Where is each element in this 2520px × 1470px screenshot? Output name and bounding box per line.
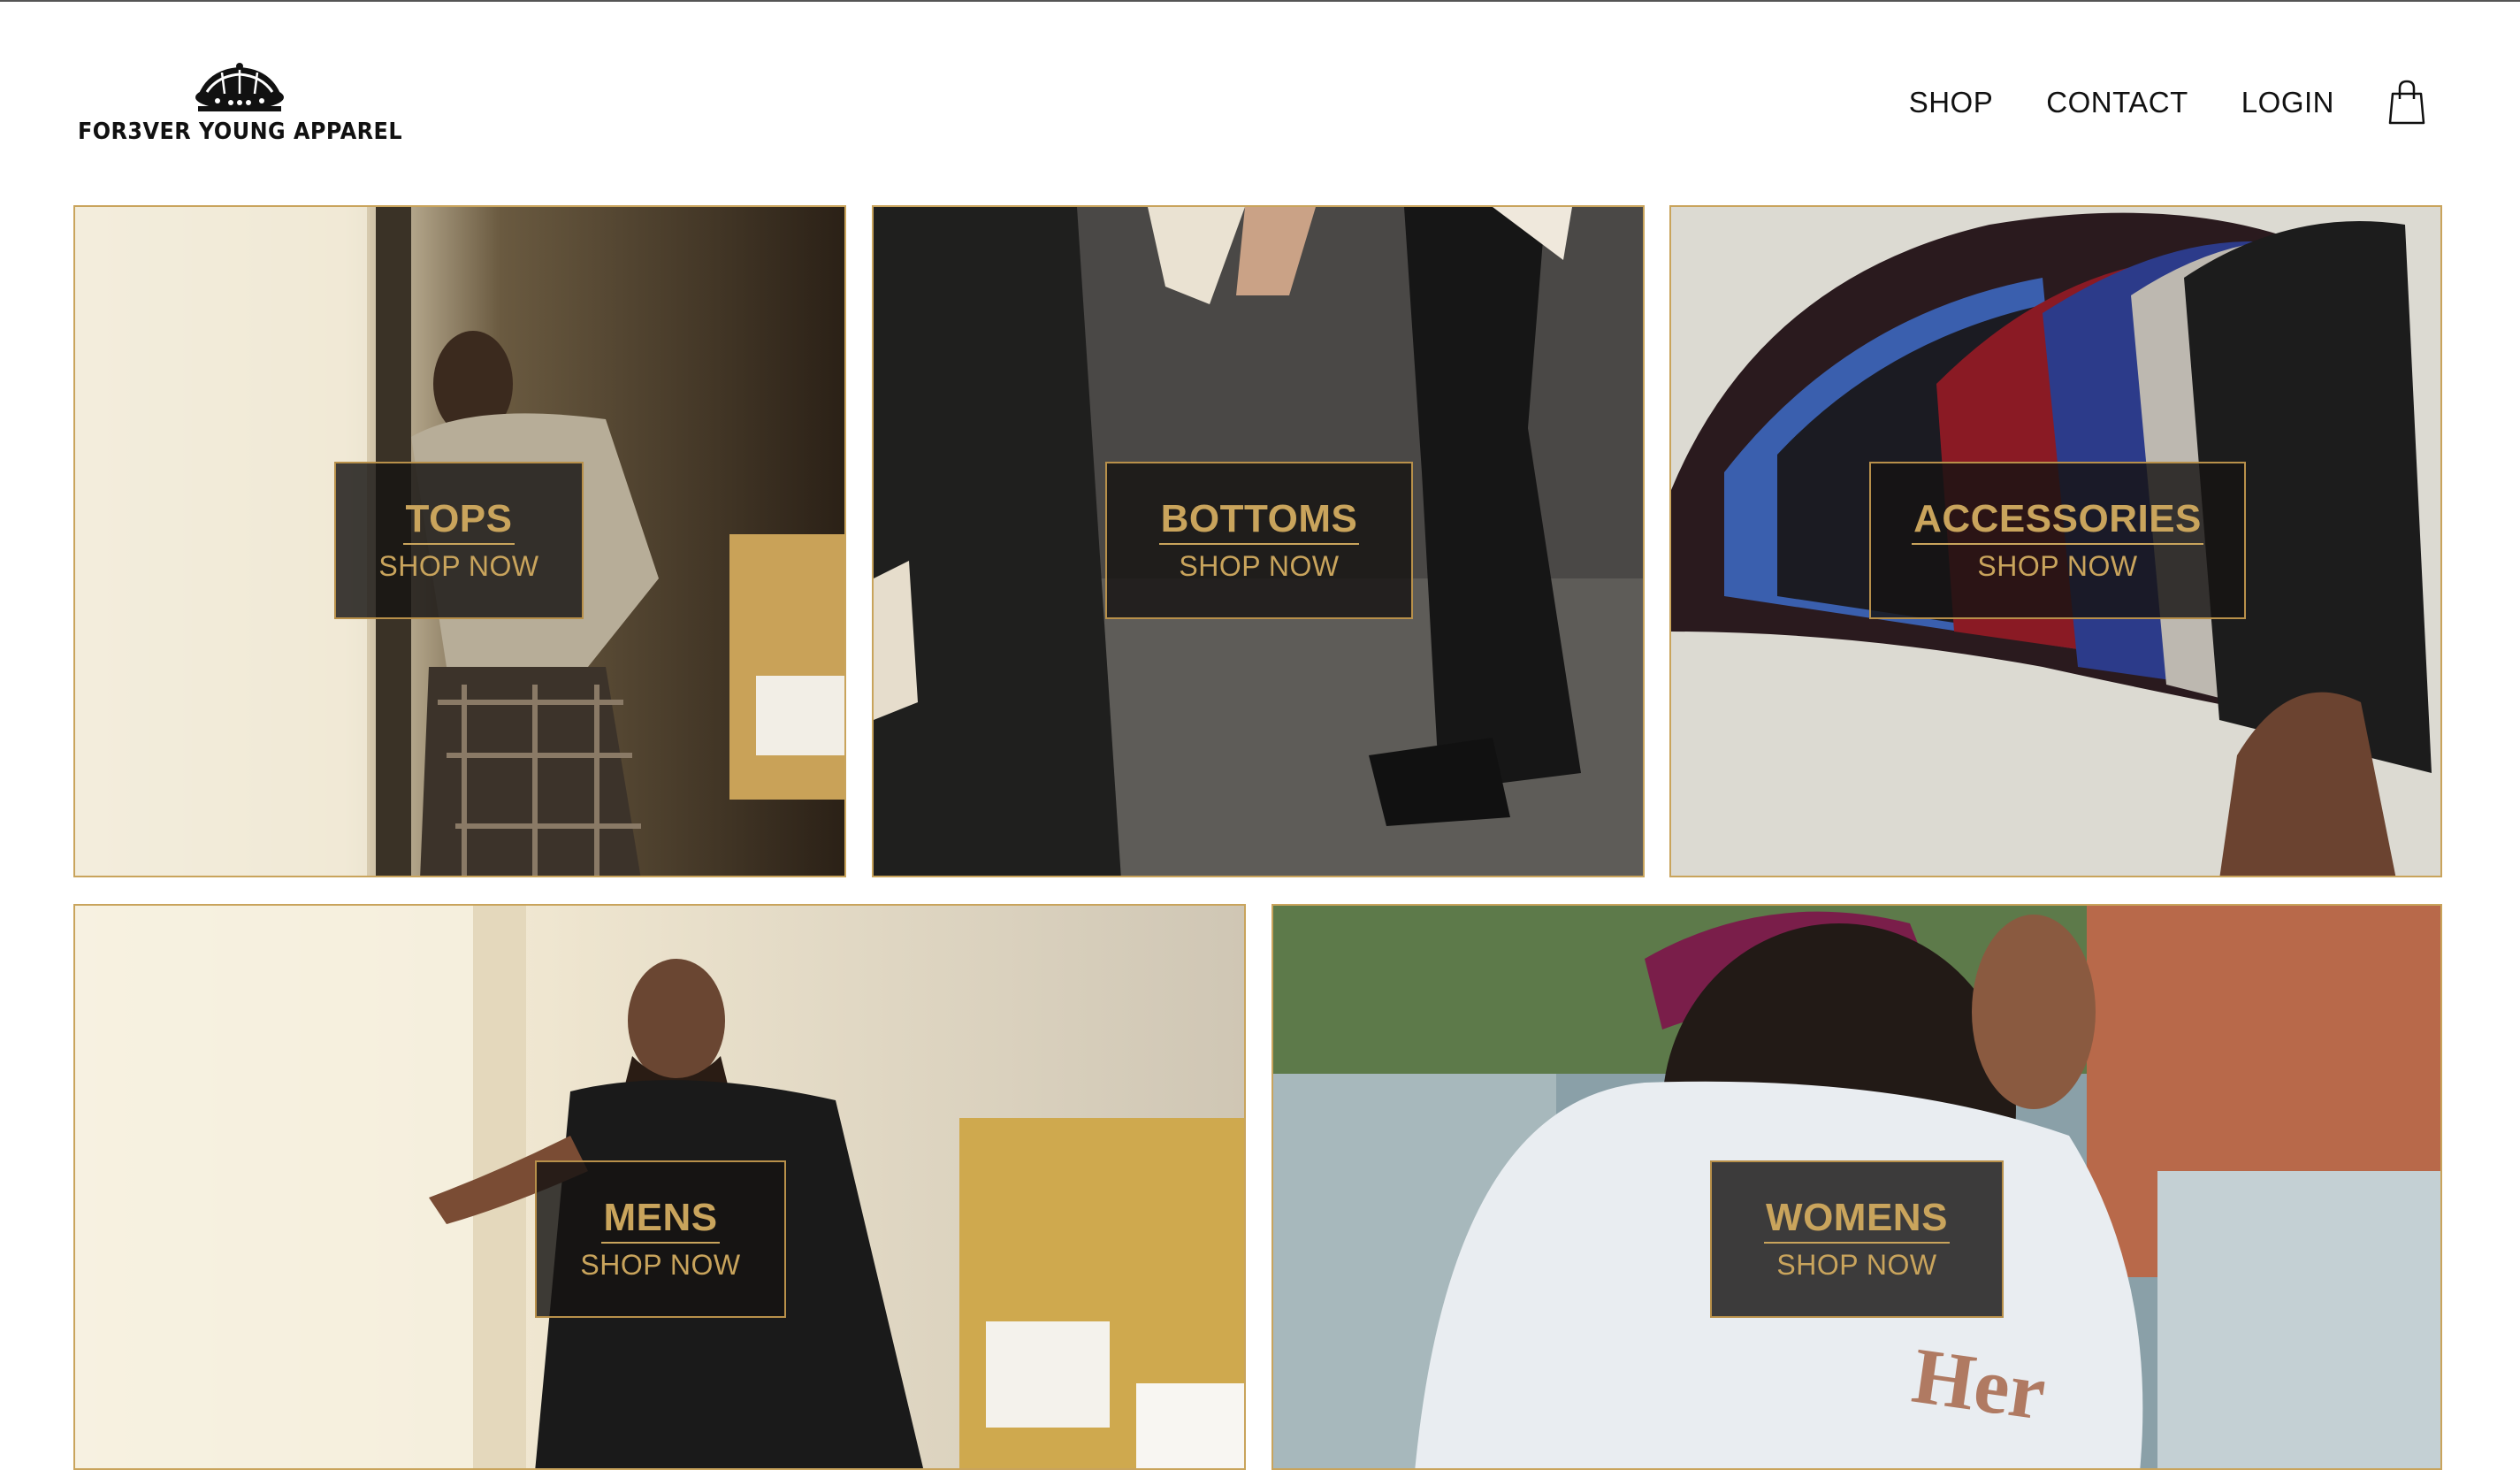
- womens-label[interactable]: WOMENS SHOP NOW: [1710, 1160, 2004, 1318]
- mens-title: MENS: [601, 1196, 720, 1244]
- accessories-title: ACCESSORIES: [1912, 497, 2203, 545]
- category-tile-tops[interactable]: TOPS SHOP NOW: [73, 205, 846, 877]
- bottoms-label[interactable]: BOTTOMS SHOP NOW: [1105, 462, 1413, 619]
- nav-shop-link[interactable]: SHOP: [1909, 86, 1994, 119]
- shopping-bag-icon[interactable]: [2387, 80, 2426, 126]
- mens-label[interactable]: MENS SHOP NOW: [535, 1160, 786, 1318]
- bottoms-shop-now[interactable]: SHOP NOW: [1179, 550, 1339, 583]
- nav-contact-link[interactable]: CONTACT: [2046, 86, 2188, 119]
- brand-name: FOR3VER YOUNG APPAREL: [77, 119, 402, 145]
- category-tile-womens[interactable]: Her WOMENS SHOP NOW: [1271, 904, 2442, 1470]
- crown-icon: [195, 63, 284, 111]
- brand-logo[interactable]: FOR3VER YOUNG APPAREL: [77, 62, 401, 159]
- category-tile-mens[interactable]: MENS SHOP NOW: [73, 904, 1246, 1470]
- category-tile-accessories[interactable]: ACCESSORIES SHOP NOW: [1669, 205, 2442, 877]
- bottoms-title: BOTTOMS: [1158, 497, 1360, 545]
- main-nav: SHOP CONTACT LOGIN: [1909, 74, 2426, 131]
- womens-title: WOMENS: [1764, 1196, 1950, 1244]
- site-header: FOR3VER YOUNG APPAREL SHOP CONTACT LOGIN: [0, 2, 2520, 202]
- nav-login-link[interactable]: LOGIN: [2241, 86, 2334, 119]
- womens-shop-now[interactable]: SHOP NOW: [1776, 1249, 1936, 1282]
- svg-text:Her: Her: [1907, 1332, 2050, 1437]
- tops-title: TOPS: [403, 497, 515, 545]
- accessories-shop-now[interactable]: SHOP NOW: [1977, 550, 2137, 583]
- category-tile-bottoms[interactable]: BOTTOMS SHOP NOW: [872, 205, 1645, 877]
- mens-shop-now[interactable]: SHOP NOW: [580, 1249, 740, 1282]
- tops-label[interactable]: TOPS SHOP NOW: [334, 462, 584, 619]
- tops-shop-now[interactable]: SHOP NOW: [378, 550, 538, 583]
- accessories-label[interactable]: ACCESSORIES SHOP NOW: [1869, 462, 2246, 619]
